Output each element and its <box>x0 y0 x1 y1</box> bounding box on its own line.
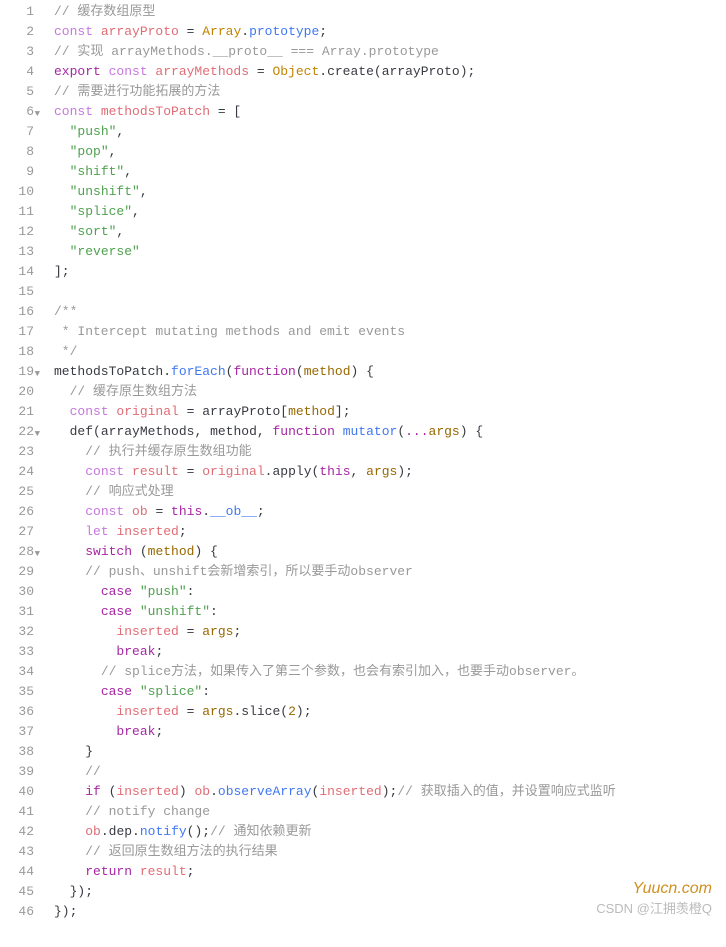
code-line: // 需要进行功能拓展的方法 <box>54 82 726 102</box>
line-number: 39 <box>6 762 34 782</box>
code-line: /** <box>54 302 726 322</box>
line-number: 17 <box>6 322 34 342</box>
code-line: return result; <box>54 862 726 882</box>
line-number: 6▼ <box>6 102 34 122</box>
line-number: 24 <box>6 462 34 482</box>
code-line: // 实现 arrayMethods.__proto__ === Array.p… <box>54 42 726 62</box>
code-editor: 123456▼78910111213141516171819▼202122▼23… <box>0 0 726 922</box>
code-line: def(arrayMethods, method, function mutat… <box>54 422 726 442</box>
line-number: 14 <box>6 262 34 282</box>
code-line: inserted = args; <box>54 622 726 642</box>
code-line: "splice", <box>54 202 726 222</box>
code-line: const methodsToPatch = [ <box>54 102 726 122</box>
code-line: let inserted; <box>54 522 726 542</box>
line-number: 33 <box>6 642 34 662</box>
code-line: // notify change <box>54 802 726 822</box>
line-number: 9 <box>6 162 34 182</box>
code-line: inserted = args.slice(2); <box>54 702 726 722</box>
code-line: "push", <box>54 122 726 142</box>
line-number: 13 <box>6 242 34 262</box>
watermark: Yuucn.com <box>633 880 712 898</box>
line-number: 4 <box>6 62 34 82</box>
code-line: // <box>54 762 726 782</box>
code-line: "pop", <box>54 142 726 162</box>
line-number: 44 <box>6 862 34 882</box>
code-line: ]; <box>54 262 726 282</box>
line-number: 43 <box>6 842 34 862</box>
line-number: 34 <box>6 662 34 682</box>
code-line: // 缓存原生数组方法 <box>54 382 726 402</box>
line-number: 32 <box>6 622 34 642</box>
line-number: 22▼ <box>6 422 34 442</box>
line-number: 18 <box>6 342 34 362</box>
code-content: // 缓存数组原型const arrayProto = Array.protot… <box>44 2 726 922</box>
line-number: 45 <box>6 882 34 902</box>
code-line: break; <box>54 722 726 742</box>
line-number: 15 <box>6 282 34 302</box>
code-line: const original = arrayProto[method]; <box>54 402 726 422</box>
line-number: 12 <box>6 222 34 242</box>
line-number: 11 <box>6 202 34 222</box>
fold-icon[interactable]: ▼ <box>35 544 40 564</box>
line-number: 5 <box>6 82 34 102</box>
line-number: 26 <box>6 502 34 522</box>
code-line: */ <box>54 342 726 362</box>
line-number: 16 <box>6 302 34 322</box>
code-line: // 执行并缓存原生数组功能 <box>54 442 726 462</box>
code-line: case "unshift": <box>54 602 726 622</box>
author-attribution: CSDN @江拥羡橙Q <box>596 898 712 917</box>
fold-icon[interactable]: ▼ <box>35 364 40 384</box>
line-number: 19▼ <box>6 362 34 382</box>
line-number: 35 <box>6 682 34 702</box>
code-line: case "push": <box>54 582 726 602</box>
code-line: case "splice": <box>54 682 726 702</box>
code-line: break; <box>54 642 726 662</box>
line-number: 20 <box>6 382 34 402</box>
line-number-gutter: 123456▼78910111213141516171819▼202122▼23… <box>0 2 44 922</box>
line-number: 40 <box>6 782 34 802</box>
line-number: 36 <box>6 702 34 722</box>
code-line: * Intercept mutating methods and emit ev… <box>54 322 726 342</box>
code-line: // 响应式处理 <box>54 482 726 502</box>
code-line: "shift", <box>54 162 726 182</box>
code-line: export const arrayMethods = Object.creat… <box>54 62 726 82</box>
code-line: } <box>54 742 726 762</box>
line-number: 27 <box>6 522 34 542</box>
code-line: "sort", <box>54 222 726 242</box>
code-line: switch (method) { <box>54 542 726 562</box>
line-number: 31 <box>6 602 34 622</box>
code-line: // 缓存数组原型 <box>54 2 726 22</box>
code-line: methodsToPatch.forEach(function(method) … <box>54 362 726 382</box>
line-number: 46 <box>6 902 34 922</box>
fold-icon[interactable]: ▼ <box>35 104 40 124</box>
code-line: ob.dep.notify();// 通知依赖更新 <box>54 822 726 842</box>
line-number: 25 <box>6 482 34 502</box>
code-line: if (inserted) ob.observeArray(inserted);… <box>54 782 726 802</box>
line-number: 1 <box>6 2 34 22</box>
line-number: 42 <box>6 822 34 842</box>
line-number: 23 <box>6 442 34 462</box>
code-line: "reverse" <box>54 242 726 262</box>
line-number: 38 <box>6 742 34 762</box>
line-number: 2 <box>6 22 34 42</box>
code-line: const ob = this.__ob__; <box>54 502 726 522</box>
line-number: 8 <box>6 142 34 162</box>
line-number: 7 <box>6 122 34 142</box>
code-line: // splice方法，如果传入了第三个参数，也会有索引加入，也要手动obser… <box>54 662 726 682</box>
code-line: // push、unshift会新增索引，所以要手动observer <box>54 562 726 582</box>
line-number: 37 <box>6 722 34 742</box>
line-number: 3 <box>6 42 34 62</box>
code-line <box>54 282 726 302</box>
fold-icon[interactable]: ▼ <box>35 424 40 444</box>
code-line: // 返回原生数组方法的执行结果 <box>54 842 726 862</box>
line-number: 28▼ <box>6 542 34 562</box>
line-number: 10 <box>6 182 34 202</box>
line-number: 21 <box>6 402 34 422</box>
code-line: const arrayProto = Array.prototype; <box>54 22 726 42</box>
line-number: 30 <box>6 582 34 602</box>
code-line: "unshift", <box>54 182 726 202</box>
line-number: 29 <box>6 562 34 582</box>
line-number: 41 <box>6 802 34 822</box>
code-line: const result = original.apply(this, args… <box>54 462 726 482</box>
